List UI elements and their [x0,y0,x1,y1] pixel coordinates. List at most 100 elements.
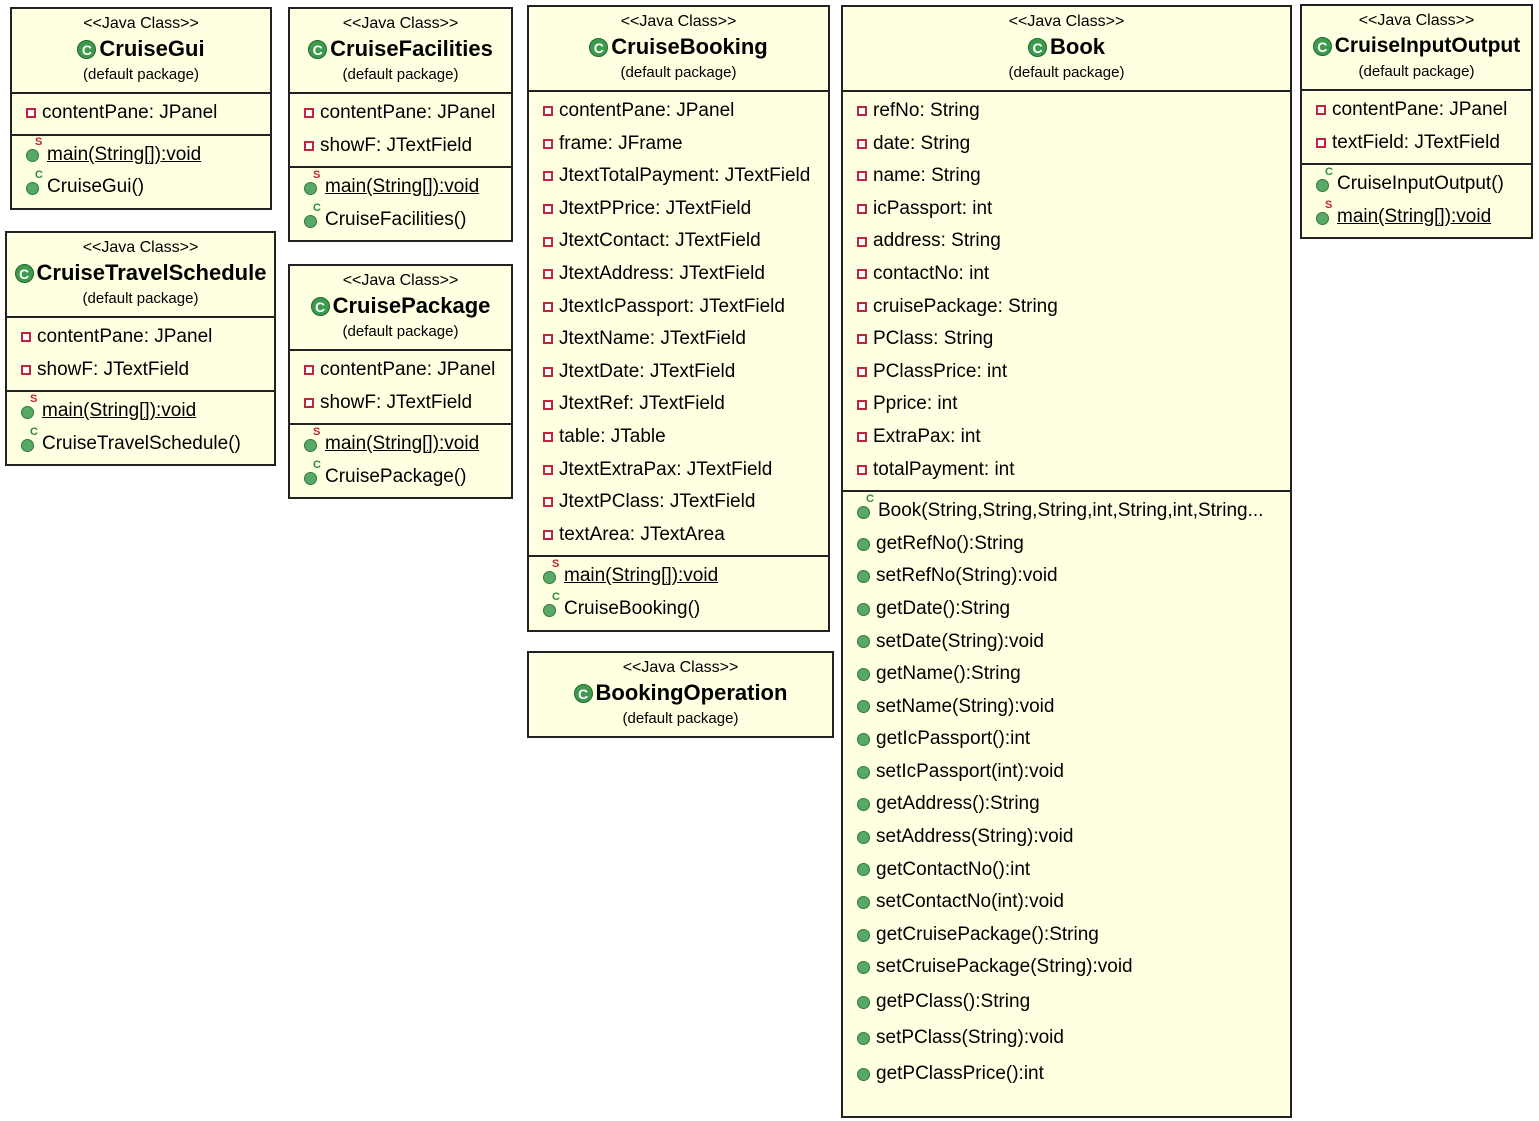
private-field-icon [21,332,31,343]
private-field-icon [304,108,314,119]
field-row: cruisePackage: String [843,291,1290,324]
method-row: getCruisePackage():String [843,919,1290,952]
class-name: C CruiseBooking [531,32,826,62]
private-field-icon [543,269,553,280]
private-field-icon [26,108,36,119]
class-header: <<Java Class>> C CruisePackage (default … [290,266,511,351]
public-method-icon [857,798,870,812]
field-row: JtextPClass: JTextField [529,486,828,519]
methods-section: C CruiseInputOutput() Smain(String[]):voi… [1302,165,1531,237]
private-field-icon [857,106,867,117]
field-row: contentPane: JPanel [529,95,828,128]
field-row: name: String [843,160,1290,193]
private-field-icon [857,171,867,182]
public-method-icon [857,765,870,779]
class-booking-operation[interactable]: <<Java Class>> C BookingOperation (defau… [527,651,834,738]
method-row: Smain(String[]):void [290,169,511,204]
method-row: Smain(String[]):void [290,426,511,461]
private-field-icon [543,301,553,312]
stereotype: <<Java Class>> [342,15,459,32]
public-method-icon [857,635,870,649]
field-row: PClassPrice: int [843,356,1290,389]
private-field-icon [304,397,314,408]
class-icon: C [573,683,593,703]
class-cruise-input-output[interactable]: <<Java Class>> C CruiseInputOutput (defa… [1300,4,1533,240]
class-header: <<Java Class>> C Book (default package) [843,7,1290,92]
class-cruise-gui[interactable]: <<Java Class>> C CruiseGui (default pack… [10,7,272,210]
field-row: JtextName: JTextField [529,323,828,356]
field-row: textArea: JTextArea [529,519,828,552]
method-row: setContactNo(int):void [843,886,1290,919]
class-cruise-travel-schedule[interactable]: <<Java Class>> C CruiseTravelSchedule (d… [5,231,276,467]
public-method-icon [857,667,870,681]
field-row: Pprice: int [843,388,1290,421]
stereotype: <<Java Class>> [622,659,739,676]
class-cruise-facilities[interactable]: <<Java Class>> C CruiseFacilities (defau… [288,7,513,243]
field-row: JtextRef: JTextField [529,388,828,421]
private-field-icon [304,140,314,151]
class-name: C CruiseInputOutput [1304,31,1529,61]
fields-section: contentPane: JPanel showF: JTextField [290,94,511,169]
class-name: C Book [845,32,1288,62]
class-cruise-package[interactable]: <<Java Class>> C CruisePackage (default … [288,264,513,500]
constructor-icon: C [543,591,560,617]
method-row: Smain(String[]):void [12,137,270,172]
method-row: setAddress(String):void [843,821,1290,854]
field-row: contentPane: JPanel [7,321,274,354]
method-row: setDate(String):void [843,626,1290,659]
field-row: contentPane: JPanel [290,97,511,130]
private-field-icon [543,106,553,117]
field-row: contentPane: JPanel [290,354,511,387]
private-field-icon [543,464,553,475]
private-field-icon [21,364,31,375]
class-header: <<Java Class>> C CruiseTravelSchedule (d… [7,233,274,318]
public-method-icon [857,896,870,910]
method-row: C CruiseTravelSchedule() [7,426,274,461]
constructor-icon: C [1316,166,1333,192]
field-row: address: String [843,225,1290,258]
method-row: Smain(String[]):void [529,559,828,593]
class-cruise-booking[interactable]: <<Java Class>> C CruiseBooking (default … [527,5,830,632]
class-header: <<Java Class>> C CruiseGui (default pack… [12,9,270,94]
class-icon: C [310,296,330,316]
method-row: getRefNo():String [843,528,1290,561]
static-method-icon: S [1316,199,1332,225]
class-name: C CruiseGui [14,34,268,64]
private-field-icon [543,171,553,182]
public-method-icon [857,995,870,1009]
class-icon: C [77,39,97,59]
method-row: setCruisePackage(String):void [843,951,1290,984]
method-row: setName(String):void [843,691,1290,724]
method-row: getIcPassport():int [843,723,1290,756]
class-icon: C [14,263,34,283]
class-book[interactable]: <<Java Class>> C Book (default package) … [841,5,1292,1118]
method-row: getContactNo():int [843,854,1290,887]
field-row: JtextDate: JTextField [529,356,828,389]
constructor-icon: C [857,493,874,519]
method-row: Smain(String[]):void [1302,199,1531,234]
package-name: (default package) [82,290,199,307]
private-field-icon [543,236,553,247]
private-field-icon [857,334,867,345]
private-field-icon [543,138,553,149]
private-field-icon [1316,137,1326,148]
methods-section: Smain(String[]):void C CruisePackage() [290,425,511,497]
public-method-icon [857,863,870,877]
private-field-icon [857,236,867,247]
stereotype: <<Java Class>> [620,13,737,30]
constructor-icon: C [21,426,38,452]
field-row: showF: JTextField [290,387,511,420]
static-method-icon: S [26,137,42,163]
public-method-icon [857,602,870,616]
method-row: C CruiseGui() [12,169,270,204]
package-name: (default package) [620,64,737,81]
private-field-icon [543,204,553,215]
package-name: (default package) [342,66,459,83]
methods-section: Smain(String[]):void C CruiseBooking() [529,557,828,629]
methods-section: Smain(String[]):void C CruiseFacilities() [290,168,511,240]
method-row: C CruisePackage() [290,459,511,494]
class-header: <<Java Class>> C CruiseFacilities (defau… [290,9,511,94]
method-row: getDate():String [843,593,1290,626]
private-field-icon [857,432,867,443]
class-icon: C [589,37,609,57]
